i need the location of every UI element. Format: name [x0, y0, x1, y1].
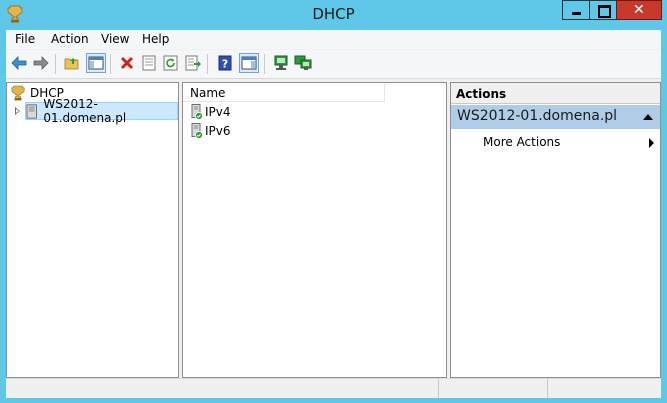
show-hide-action-pane-icon[interactable] — [239, 53, 259, 73]
console-tree-pane[interactable]: DHCP WS2012-01.domena.pl — [6, 82, 179, 378]
client-area: File Action View Help ? DHCP WS2012-01.d… — [6, 30, 661, 398]
status-bar — [6, 378, 661, 398]
server-icon-1[interactable] — [272, 54, 290, 72]
column-header-label: Name — [190, 86, 226, 100]
menu-action[interactable]: Action — [51, 32, 89, 46]
actions-title-label: Actions — [456, 87, 507, 101]
menu-help[interactable]: Help — [142, 32, 169, 46]
toolbar-separator — [264, 54, 265, 74]
maximize-button[interactable] — [589, 0, 617, 20]
export-list-icon[interactable] — [184, 54, 202, 72]
forward-icon[interactable] — [32, 54, 50, 72]
list-item-label: IPv6 — [205, 124, 231, 138]
list-item-ipv4[interactable]: IPv4 — [191, 103, 231, 121]
properties-icon[interactable] — [140, 54, 158, 72]
action-more-actions[interactable]: More Actions — [451, 133, 660, 153]
actions-pane: Actions WS2012-01.domena.pl More Actions — [450, 82, 661, 378]
tree-node-selection[interactable]: WS2012-01.domena.pl — [25, 97, 178, 125]
list-item-label: IPv4 — [205, 105, 231, 119]
actions-title: Actions — [451, 83, 660, 104]
up-folder-icon[interactable] — [63, 54, 81, 72]
maximize-icon — [598, 5, 611, 18]
svg-text:?: ? — [222, 58, 228, 71]
ip-server-icon — [191, 104, 203, 120]
toolbar-separator — [55, 54, 56, 74]
close-icon: ✕ — [633, 2, 645, 18]
menu-file[interactable]: File — [15, 32, 35, 46]
tree-node-server[interactable]: WS2012-01.domena.pl — [15, 97, 178, 125]
status-cell-divider — [438, 379, 439, 398]
dhcp-window: DHCP ✕ File Action View Help ? DHCP WS20… — [0, 0, 667, 403]
toolbar-separator — [110, 54, 111, 74]
list-item-ipv6[interactable]: IPv6 — [191, 122, 231, 140]
actions-group-label: WS2012-01.domena.pl — [457, 108, 618, 124]
toolbar: ? — [6, 50, 661, 79]
refresh-icon[interactable] — [162, 54, 180, 72]
delete-icon[interactable] — [118, 54, 136, 72]
submenu-arrow-icon — [649, 138, 654, 148]
help-icon[interactable]: ? — [216, 54, 234, 72]
actions-group-header[interactable]: WS2012-01.domena.pl — [451, 105, 660, 129]
show-hide-console-tree-icon[interactable] — [86, 53, 106, 73]
expand-icon[interactable] — [15, 107, 20, 115]
menu-bar: File Action View Help — [6, 30, 661, 49]
minimize-button[interactable] — [562, 0, 590, 20]
back-icon[interactable] — [10, 54, 28, 72]
dhcp-trophy-icon — [11, 85, 25, 100]
server-icon-2[interactable] — [294, 54, 312, 72]
title-bar[interactable]: DHCP ✕ — [0, 0, 667, 30]
tree-node-label: WS2012-01.domena.pl — [43, 97, 127, 125]
status-cell-divider — [547, 379, 548, 398]
menu-view[interactable]: View — [101, 32, 129, 46]
column-header-name[interactable]: Name — [183, 84, 385, 102]
results-pane[interactable]: Name IPv4 IPv6 — [182, 82, 447, 378]
ip-server-icon — [191, 123, 203, 139]
close-button[interactable]: ✕ — [616, 0, 662, 20]
action-item-label: More Actions — [483, 135, 561, 149]
collapse-arrow-icon[interactable] — [643, 114, 653, 120]
minimize-icon — [572, 12, 581, 15]
toolbar-separator — [207, 54, 208, 74]
server-tower-icon — [26, 103, 37, 119]
